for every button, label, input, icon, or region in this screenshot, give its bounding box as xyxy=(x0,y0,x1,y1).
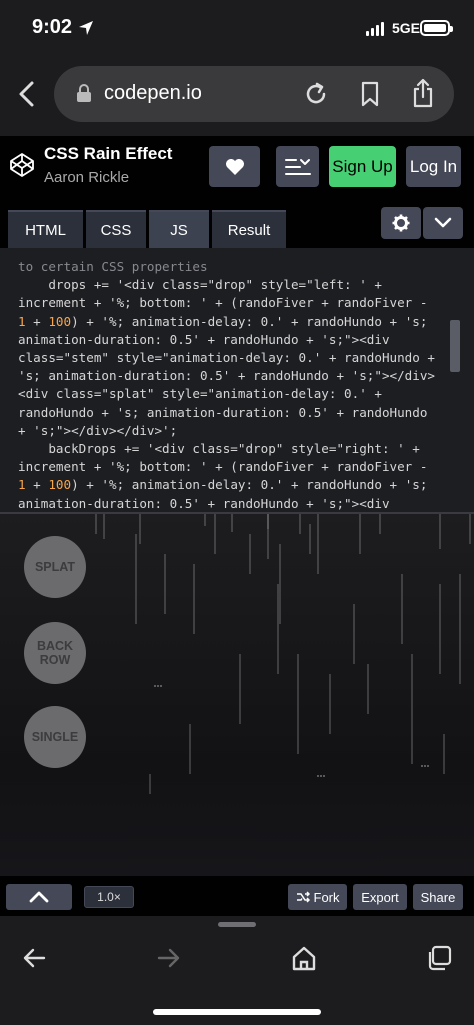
rain-splat xyxy=(320,775,322,777)
single-toggle-button[interactable]: SINGLE xyxy=(24,706,86,768)
code-line: 's; animation-duration: 0.5' + randoHund… xyxy=(18,368,436,384)
zoom-level[interactable]: 1.0× xyxy=(84,886,134,908)
browser-toolbar xyxy=(0,916,474,1025)
battery-icon xyxy=(420,20,453,36)
signal-icon xyxy=(366,22,384,36)
code-line: animation-duration: 0.5' + randoHundo + … xyxy=(18,495,390,511)
bookmark-icon[interactable] xyxy=(360,81,380,107)
code-line: 1 + 100) + '%; animation-delay: 0.' + ra… xyxy=(18,313,428,329)
chevron-down-icon xyxy=(434,217,452,228)
fork-label: Fork xyxy=(313,889,340,905)
tab-result[interactable]: Result xyxy=(212,210,286,248)
tab-css[interactable]: CSS xyxy=(86,210,146,248)
chevron-up-icon xyxy=(29,891,49,903)
back-chevron-icon[interactable] xyxy=(16,80,38,108)
fork-button[interactable]: Fork xyxy=(288,884,347,910)
status-time: 9:02 xyxy=(32,16,73,38)
url-text: codepen.io xyxy=(104,82,202,104)
scrollbar-thumb[interactable] xyxy=(450,320,460,372)
rain-splat xyxy=(160,685,162,687)
rain-splat xyxy=(323,775,325,777)
rain-splat xyxy=(427,765,429,767)
heart-icon xyxy=(225,158,244,175)
pen-header: CSS Rain Effect Aaron Rickle Sign Up Log… xyxy=(0,136,474,198)
layout-button[interactable] xyxy=(276,146,319,187)
url-field[interactable]: codepen.io xyxy=(54,66,454,122)
forward-arrow-icon[interactable] xyxy=(155,944,183,972)
browser-url-area: codepen.io xyxy=(0,58,474,136)
rain-splat xyxy=(154,685,156,687)
network-type: 5GE xyxy=(392,20,421,36)
code-text[interactable]: to certain CSS properties drops += '<div… xyxy=(18,258,436,513)
pen-footer-bar: 1.0× Fork Export Share xyxy=(0,876,474,916)
share-button[interactable]: Share xyxy=(413,884,463,910)
code-line: to certain CSS properties xyxy=(18,259,208,274)
reload-icon[interactable] xyxy=(304,82,328,106)
layout-icon xyxy=(284,158,311,175)
gear-icon xyxy=(392,214,410,232)
editor-tabs: HTML CSS JS Result xyxy=(0,198,474,248)
toolbar-grabber[interactable] xyxy=(218,922,256,927)
code-line: class="stem" style="animation-delay: 0.'… xyxy=(18,350,436,366)
splat-toggle-button[interactable]: SPLAT xyxy=(24,536,86,598)
lock-icon xyxy=(77,84,91,102)
code-line: randoHundo + 's; animation-duration: 0.5… xyxy=(18,404,428,420)
rain-splat xyxy=(317,775,319,777)
codepen-logo-icon[interactable] xyxy=(9,152,35,178)
pen-title: CSS Rain Effect xyxy=(44,144,173,163)
panel-options-button[interactable] xyxy=(423,207,463,239)
code-line: drops += '<div class="drop" style="left:… xyxy=(18,277,382,293)
result-preview: SPLAT BACK ROW SINGLE xyxy=(0,514,474,876)
location-arrow-icon xyxy=(79,21,93,35)
settings-button[interactable] xyxy=(381,207,421,239)
home-icon[interactable] xyxy=(290,944,318,972)
fork-icon xyxy=(296,891,310,903)
back-arrow-icon[interactable] xyxy=(20,944,48,972)
code-line: <div class="splat" style="animation-dela… xyxy=(18,386,382,402)
code-line: 1 + 100) + '%; animation-delay: 0.' + ra… xyxy=(18,477,428,493)
rain-splat xyxy=(421,765,423,767)
home-indicator xyxy=(153,1009,321,1015)
log-in-button[interactable]: Log In xyxy=(406,146,461,187)
rain-splat xyxy=(157,685,159,687)
status-bar: 9:02 5GE xyxy=(0,0,474,58)
code-line: increment + '%; bottom: ' + (randoFiver … xyxy=(18,459,428,475)
tab-html[interactable]: HTML xyxy=(8,210,83,248)
back-row-toggle-button[interactable]: BACK ROW xyxy=(24,622,86,684)
pen-author[interactable]: Aaron Rickle xyxy=(44,169,129,186)
console-toggle-button[interactable] xyxy=(6,884,72,910)
code-line: animation-duration: 0.5' + randoHundo + … xyxy=(18,331,390,347)
js-code-editor[interactable]: to certain CSS properties drops += '<div… xyxy=(0,248,474,513)
sign-up-button[interactable]: Sign Up xyxy=(329,146,396,187)
code-line: backDrops += '<div class="drop" style="r… xyxy=(18,441,420,457)
rain-splat xyxy=(424,765,426,767)
heart-button[interactable] xyxy=(209,146,260,187)
share-icon[interactable] xyxy=(412,78,434,108)
tab-js[interactable]: JS xyxy=(149,210,209,248)
tabs-icon[interactable] xyxy=(425,944,453,972)
code-line: increment + '%; bottom: ' + (randoFiver … xyxy=(18,295,428,311)
export-button[interactable]: Export xyxy=(353,884,407,910)
code-line: + 's;"></div></div>'; xyxy=(18,422,178,438)
